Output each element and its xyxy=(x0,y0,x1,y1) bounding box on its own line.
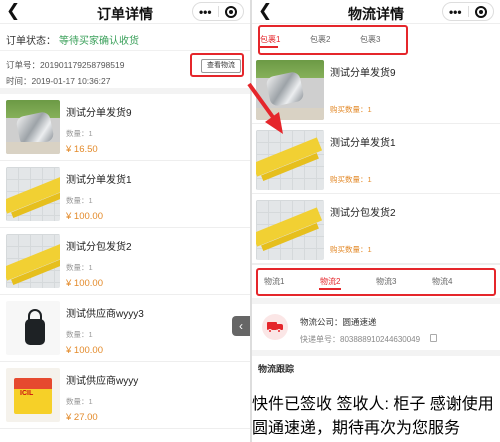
logistics-tabs: 物流1 物流2 物流3 物流4 xyxy=(252,264,500,298)
order-status-value: 等待买家确认收货 xyxy=(59,36,139,47)
mini-program-capsule: ••• xyxy=(442,2,494,21)
tab-logistics-4[interactable]: 物流4 xyxy=(432,276,488,287)
product-quantity: 数量：1 xyxy=(66,397,93,406)
more-dots-icon[interactable]: ••• xyxy=(193,6,218,18)
more-dots-icon[interactable]: ••• xyxy=(443,6,468,18)
tracking-title: 物流跟踪 xyxy=(258,364,295,374)
tab-package-2[interactable]: 包裹2 xyxy=(310,34,360,45)
product-image: ICIL xyxy=(6,368,60,422)
close-record-icon[interactable] xyxy=(219,5,244,18)
product-image xyxy=(256,200,324,260)
product-name: 测试供应商wyyy3 xyxy=(66,309,144,320)
product-price: ¥ 100.00 xyxy=(66,345,103,356)
tab-logistics-2[interactable]: 物流2 xyxy=(319,276,376,290)
product-name: 测试分包发货2 xyxy=(66,242,132,253)
product-quantity: 购买数量：1 xyxy=(330,175,372,184)
mini-program-capsule: ••• xyxy=(192,2,244,21)
carrier-info: 物流公司：圆通速递 快递单号：8038889102446300​49 xyxy=(252,298,500,350)
product-price: ¥ 100.00 xyxy=(66,211,103,222)
order-info: 订单号：201901179258798519 时间：2019-01-17 10:… xyxy=(0,50,250,94)
product-name: 测试分单发货9 xyxy=(330,68,396,79)
order-item[interactable]: 测试分单发货1 数量：1 ¥ 100.00 xyxy=(0,161,250,228)
screenshot-stage: ❮ 订单详情 ••• 订单状态： 等待买家确认收货 订单号：20190117925… xyxy=(0,0,500,442)
nav-bar: ❮ 订单详情 ••• xyxy=(0,0,250,24)
tracking-section: 物流跟踪 xyxy=(252,350,500,390)
product-image xyxy=(6,234,60,288)
red-arrow-icon xyxy=(247,82,283,134)
product-quantity: 数量：1 xyxy=(66,129,93,138)
product-image xyxy=(6,167,60,221)
tab-logistics-3[interactable]: 物流3 xyxy=(376,276,432,287)
order-item[interactable]: 测试供应商wyyy3 数量：1 ¥ 100.00 xyxy=(0,295,250,362)
product-name: 测试分包发货2 xyxy=(330,208,396,219)
package-item[interactable]: 测试分包发货2 购买数量：1 xyxy=(252,194,500,264)
product-image xyxy=(6,100,60,154)
product-name: 测试供应商wyyy xyxy=(66,376,139,387)
order-status-label: 订单状态： xyxy=(6,36,56,47)
order-item[interactable]: 测试分包发货2 数量：1 ¥ 100.00 xyxy=(0,228,250,295)
product-quantity: 数量：1 xyxy=(66,330,93,339)
product-name: 测试分单发货9 xyxy=(66,108,132,119)
chevron-left-icon[interactable]: ‹ xyxy=(232,316,250,336)
logistics-detail-screen: ❮ 物流详情 ••• 包裹1 包裹2 包裹3 测试分单发货9 购买数量：1 测试… xyxy=(250,0,500,442)
tab-package-1[interactable]: 包裹1 xyxy=(260,34,310,48)
product-image xyxy=(6,301,60,355)
close-record-icon[interactable] xyxy=(469,5,494,18)
tracking-text: 快件已签收 签收人: 柜子 感谢使用圆通速递，期待再次为您服务 xyxy=(252,396,494,437)
order-status: 订单状态： 等待买家确认收货 xyxy=(0,24,250,50)
check-logistics-button[interactable]: 查看物流 xyxy=(201,59,241,73)
tracking-entry: 快件已签收 签收人: 柜子 感谢使用圆通速递，期待再次为您服务 xyxy=(252,390,500,437)
product-quantity: 数量：1 xyxy=(66,263,93,272)
carrier-name: 物流公司：圆通速递 xyxy=(300,317,377,327)
product-quantity: 数量：1 xyxy=(66,196,93,205)
order-time: 时间：2019-01-17 10:36:27 xyxy=(6,76,111,86)
package-tabs: 包裹1 包裹2 包裹3 xyxy=(252,24,500,55)
product-quantity: 购买数量：1 xyxy=(330,245,372,254)
product-price: ¥ 100.00 xyxy=(66,278,103,289)
product-price: ¥ 27.00 xyxy=(66,412,98,423)
product-price: ¥ 16.50 xyxy=(66,144,98,155)
copy-icon[interactable] xyxy=(430,334,437,342)
truck-icon xyxy=(262,314,288,340)
tab-package-3[interactable]: 包裹3 xyxy=(360,34,410,45)
product-name: 测试分单发货1 xyxy=(66,175,132,186)
tracking-number: 快递单号：8038889102446300​49 xyxy=(300,335,421,344)
tab-logistics-1[interactable]: 物流1 xyxy=(264,276,320,287)
product-quantity: 购买数量：1 xyxy=(330,105,372,114)
product-name: 测试分单发货1 xyxy=(330,138,396,149)
order-item[interactable]: ICIL 测试供应商wyyy 数量：1 ¥ 27.00 xyxy=(0,362,250,429)
nav-bar: ❮ 物流详情 ••• xyxy=(252,0,500,24)
order-item[interactable]: 测试分单发货9 数量：1 ¥ 16.50 xyxy=(0,94,250,161)
order-detail-screen: ❮ 订单详情 ••• 订单状态： 等待买家确认收货 订单号：20190117925… xyxy=(0,0,250,442)
